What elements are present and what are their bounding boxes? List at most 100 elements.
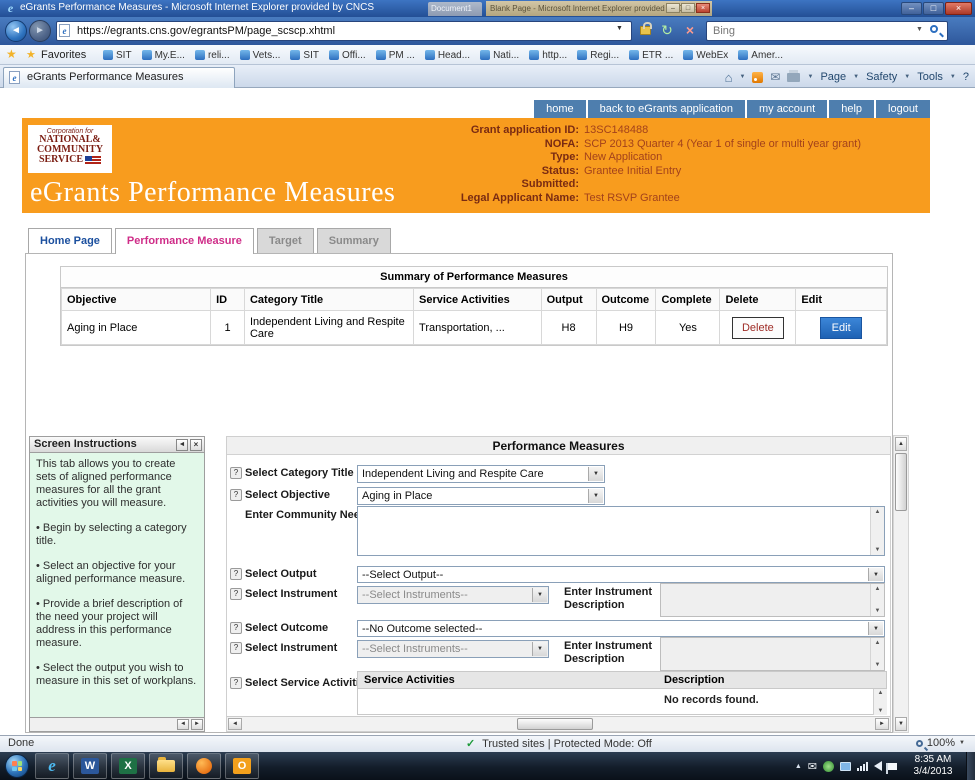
nav-help-link[interactable]: help [829, 100, 874, 118]
bg-minimize-button[interactable]: – [666, 3, 680, 13]
stop-button[interactable]: × [680, 21, 700, 41]
favorite-link[interactable]: Nati... [475, 47, 524, 63]
instructions-prev-icon[interactable]: ◄ [176, 439, 188, 451]
community-need-textarea[interactable]: ▲ ▼ [357, 506, 885, 556]
taskbar-media-button[interactable] [187, 753, 221, 779]
instructions-close-icon[interactable]: × [190, 439, 202, 451]
search-input[interactable]: Bing [706, 21, 948, 41]
minimize-button[interactable]: – [901, 2, 922, 15]
scroll-down-icon[interactable]: ▼ [874, 708, 887, 714]
address-dropdown-icon[interactable]: ▼ [616, 25, 623, 32]
search-icon[interactable] [930, 25, 938, 33]
bg-maximize-button[interactable]: □ [681, 3, 695, 13]
favorite-link[interactable]: Vets... [235, 47, 286, 63]
favorite-link[interactable]: SIT [98, 47, 137, 63]
favorite-link[interactable]: ETR ... [624, 47, 678, 63]
print-dropdown-icon[interactable]: ▼ [807, 74, 813, 80]
favorite-link[interactable]: SIT [285, 47, 324, 63]
taskbar-clock[interactable]: 8:35 AM 3/4/2013 [903, 754, 963, 778]
scroll-up-icon[interactable]: ▲ [871, 509, 884, 515]
scroll-left-icon[interactable]: ◄ [228, 718, 242, 730]
taskbar-explorer-button[interactable] [149, 753, 183, 779]
favorites-button[interactable]: ★ Favorites [26, 47, 86, 63]
page-vertical-scrollbar[interactable]: ▲ ▼ [893, 435, 909, 733]
scroll-down-icon[interactable]: ▼ [871, 547, 884, 553]
rss-feed-icon[interactable] [752, 72, 763, 83]
chevron-down-icon[interactable]: ▼ [868, 568, 883, 581]
close-button[interactable]: × [945, 2, 972, 15]
favorite-link[interactable]: WebEx [678, 47, 733, 63]
textarea-scrollbar[interactable]: ▲ ▼ [870, 507, 884, 555]
help-menu-icon[interactable]: ? [963, 71, 969, 83]
delete-button[interactable]: Delete [732, 317, 784, 339]
tools-menu[interactable]: Tools [917, 71, 943, 83]
scroll-up-icon[interactable]: ▲ [874, 690, 887, 696]
favorite-link[interactable]: Regi... [572, 47, 624, 63]
help-icon[interactable]: ? [230, 467, 242, 479]
network-tray-icon[interactable] [857, 761, 868, 771]
service-activities-scrollbar[interactable]: ▲ ▼ [873, 689, 887, 715]
favorite-link[interactable]: http... [524, 47, 572, 63]
nav-home-link[interactable]: home [534, 100, 586, 118]
show-desktop-button[interactable] [966, 752, 975, 780]
output-select[interactable]: --Select Output-- ▼ [357, 566, 885, 583]
chevron-down-icon[interactable]: ▼ [588, 489, 603, 503]
tab-performance-measure[interactable]: Performance Measure [115, 228, 254, 254]
help-icon[interactable]: ? [230, 622, 242, 634]
zoom-control[interactable]: 100% ▼ [916, 737, 965, 749]
browser-tab[interactable]: eGrants Performance Measures [3, 67, 235, 88]
favorite-link[interactable]: PM ... [371, 47, 420, 63]
favorite-link[interactable]: My.E... [137, 47, 190, 63]
favorite-link[interactable]: reli... [190, 47, 235, 63]
print-icon[interactable] [787, 73, 800, 82]
maximize-button[interactable]: □ [923, 2, 944, 15]
taskbar-outlook-button[interactable]: O [225, 753, 259, 779]
category-title-select[interactable]: Independent Living and Respite Care ▼ [357, 465, 605, 483]
outlook-tray-icon[interactable]: ✉ [808, 760, 817, 773]
scroll-down-icon[interactable]: ▼ [895, 717, 907, 731]
refresh-button[interactable]: ↻ [656, 21, 678, 41]
scroll-up-icon[interactable]: ▲ [895, 437, 907, 451]
scrollbar-thumb[interactable] [517, 718, 593, 730]
forward-button[interactable]: ► [29, 20, 51, 42]
background-window-document[interactable]: Document1 [428, 2, 482, 16]
safety-menu[interactable]: Safety [866, 71, 897, 83]
help-icon[interactable]: ? [230, 489, 242, 501]
background-window-browser[interactable]: Blank Page - Microsoft Internet Explorer… [486, 1, 712, 16]
taskbar-ie-button[interactable]: e [35, 753, 69, 779]
scrollbar-thumb[interactable] [895, 453, 907, 511]
volume-tray-icon[interactable] [874, 761, 882, 771]
page-menu[interactable]: Page [820, 71, 846, 83]
bg-close-button[interactable]: × [696, 3, 710, 13]
back-button[interactable]: ◄ [5, 20, 27, 42]
security-tray-icon[interactable] [823, 761, 834, 772]
help-icon[interactable]: ? [230, 588, 242, 600]
display-tray-icon[interactable] [840, 762, 851, 771]
scroll-right-icon[interactable]: ► [875, 718, 889, 730]
home-dropdown-icon[interactable]: ▼ [739, 74, 745, 80]
add-favorite-icon[interactable]: ★ [6, 48, 17, 61]
favorite-link[interactable]: Offi... [324, 47, 371, 63]
chevron-down-icon[interactable]: ▼ [588, 467, 603, 481]
nav-back-to-egrants-link[interactable]: back to eGrants application [588, 100, 745, 118]
nav-my-account-link[interactable]: my account [747, 100, 827, 118]
taskbar-word-button[interactable]: W [73, 753, 107, 779]
scroll-left-icon[interactable]: ◄ [177, 719, 189, 730]
form-horizontal-scrollbar[interactable]: ◄ ► [227, 716, 890, 731]
security-zone-text[interactable]: ✓ Trusted sites | Protected Mode: Off [466, 737, 652, 750]
zoom-caret-icon[interactable]: ▼ [959, 740, 965, 746]
objective-select[interactable]: Aging in Place ▼ [357, 487, 605, 505]
tab-home-page[interactable]: Home Page [28, 228, 112, 253]
scroll-right-icon[interactable]: ► [191, 719, 203, 730]
start-button[interactable] [5, 754, 29, 778]
taskbar-excel-button[interactable]: X [111, 753, 145, 779]
favorite-link[interactable]: Amer... [733, 47, 788, 63]
nav-logout-link[interactable]: logout [876, 100, 930, 118]
read-mail-icon[interactable]: ✉ [770, 70, 780, 84]
favorite-link[interactable]: Head... [420, 47, 475, 63]
edit-button[interactable]: Edit [820, 317, 862, 339]
home-icon[interactable]: ⌂ [725, 70, 733, 85]
chevron-down-icon[interactable]: ▼ [868, 622, 883, 635]
help-icon[interactable]: ? [230, 677, 242, 689]
help-icon[interactable]: ? [230, 568, 242, 580]
